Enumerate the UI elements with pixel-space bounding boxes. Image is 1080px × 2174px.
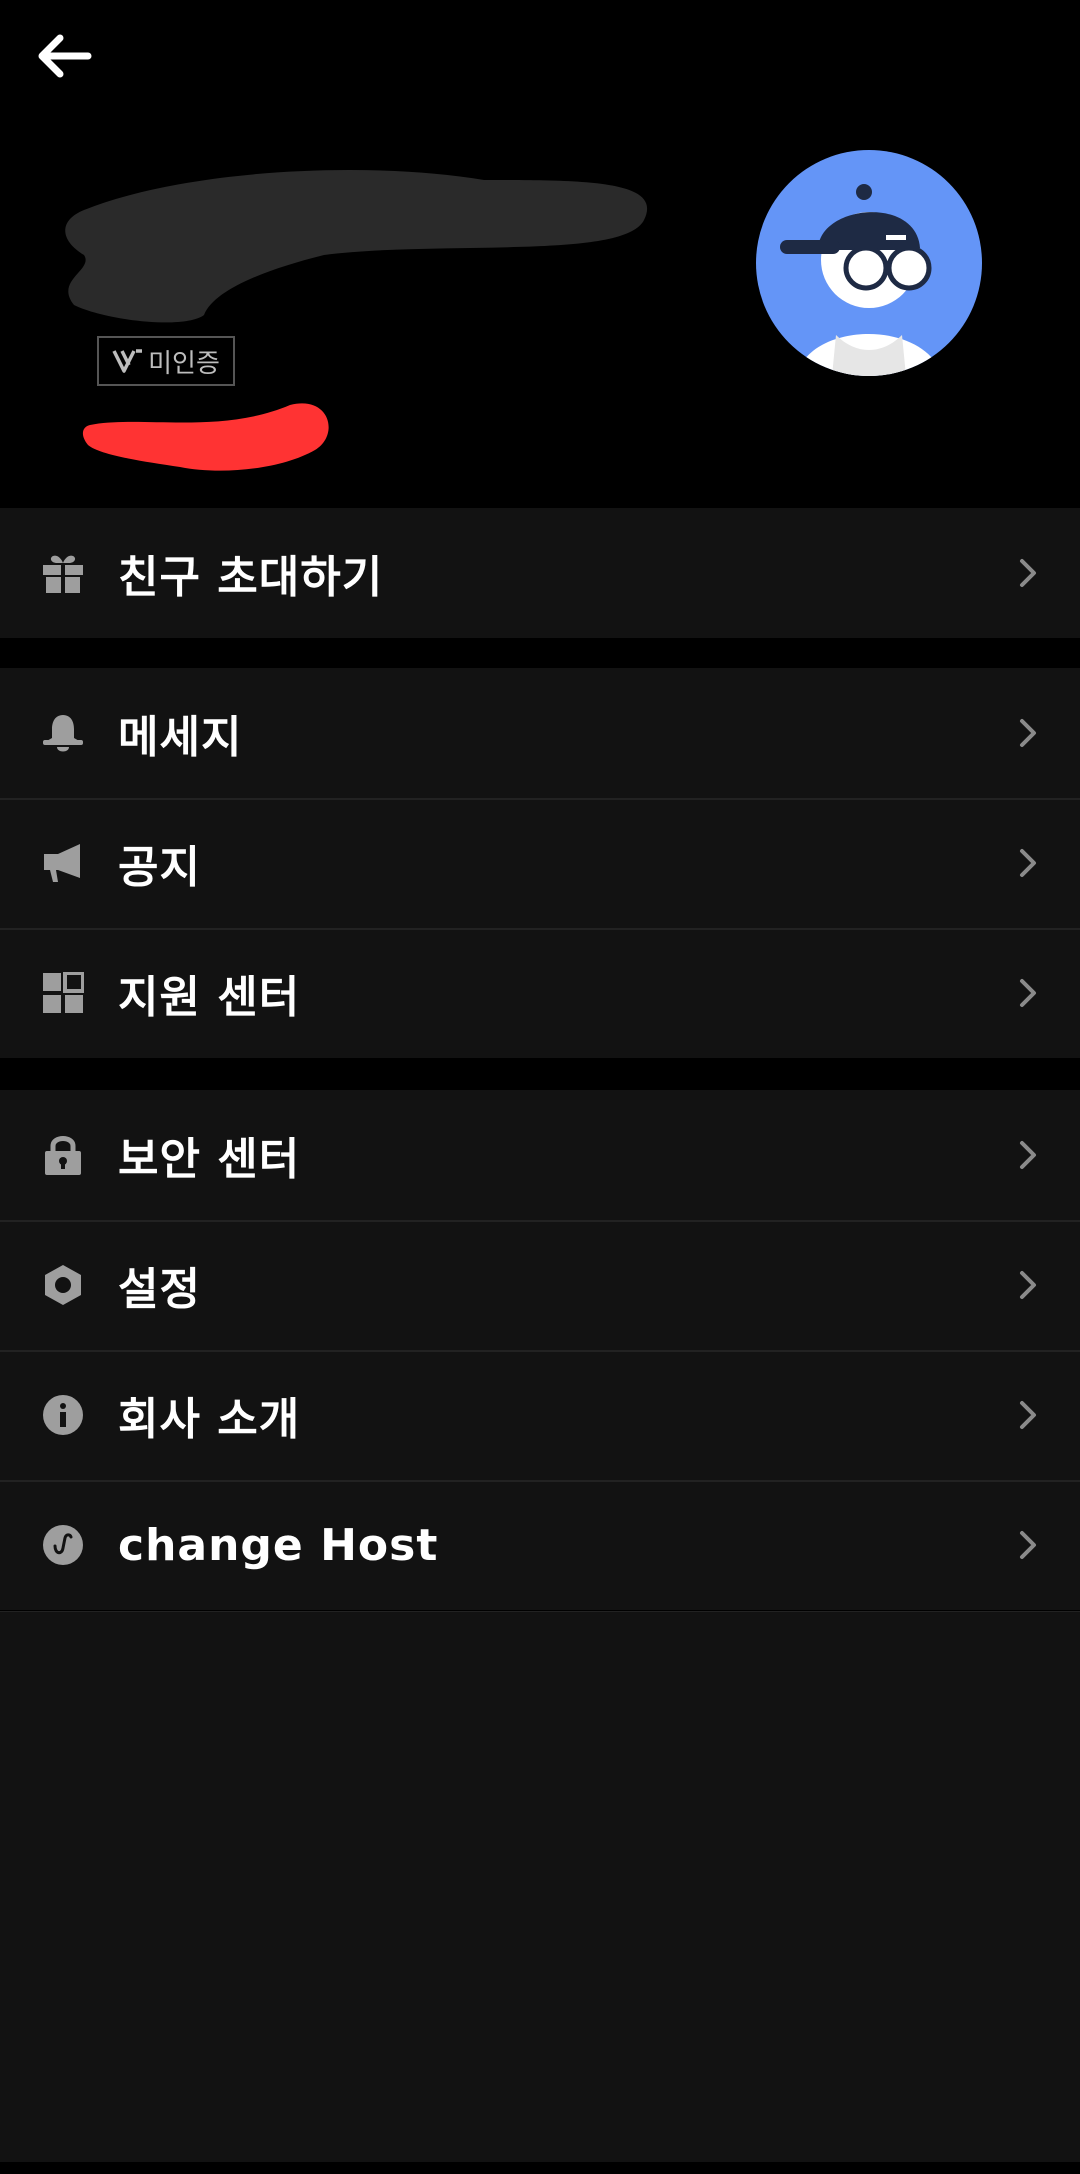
menu-section-info: 메세지 공지 지원 센터 bbox=[0, 668, 1080, 1058]
v-logo-icon bbox=[112, 349, 143, 373]
menu-item-label: 설정 bbox=[118, 1264, 201, 1315]
empty-content-area bbox=[0, 1612, 1080, 2162]
profile-avatar[interactable] bbox=[756, 150, 982, 376]
gift-icon bbox=[40, 550, 86, 596]
megaphone-icon bbox=[40, 840, 86, 886]
menu-item-notice[interactable]: 공지 bbox=[0, 798, 1080, 928]
menu-item-label: 친구 초대하기 bbox=[118, 552, 384, 603]
chevron-right-icon bbox=[1016, 977, 1040, 1009]
chevron-right-icon bbox=[1016, 717, 1040, 749]
verification-badge-label: 미인증 bbox=[148, 348, 220, 379]
verification-badge: 미인증 bbox=[97, 336, 235, 386]
menu-item-label: 보안 센터 bbox=[118, 1134, 301, 1185]
avatar-illustration bbox=[756, 150, 982, 376]
menu-item-support-center[interactable]: 지원 센터 bbox=[0, 928, 1080, 1058]
menu-item-messages[interactable]: 메세지 bbox=[0, 668, 1080, 798]
profile-header: 미인증 bbox=[0, 0, 1080, 508]
hexagon-nut-icon bbox=[40, 1262, 86, 1308]
lock-icon bbox=[40, 1132, 86, 1178]
menu-section-invite: 친구 초대하기 bbox=[0, 508, 1080, 638]
chevron-right-icon bbox=[1016, 847, 1040, 879]
menu-item-label: change Host bbox=[118, 1519, 439, 1571]
bell-icon bbox=[40, 710, 86, 756]
chevron-right-icon bbox=[1016, 1399, 1040, 1431]
back-arrow-icon bbox=[38, 34, 92, 78]
chevron-right-icon bbox=[1016, 1529, 1040, 1561]
menu-item-label: 지원 센터 bbox=[118, 972, 301, 1023]
menu-item-change-host[interactable]: change Host bbox=[0, 1480, 1080, 1610]
menu-item-about-company[interactable]: 회사 소개 bbox=[0, 1350, 1080, 1480]
menu-item-security-center[interactable]: 보안 센터 bbox=[0, 1090, 1080, 1220]
menu-item-label: 회사 소개 bbox=[118, 1394, 301, 1445]
menu-item-label: 메세지 bbox=[118, 712, 243, 763]
menu-section-account: 보안 센터 설정 회사 소개 change Host bbox=[0, 1090, 1080, 1610]
host-icon bbox=[40, 1522, 86, 1568]
menu-item-invite-friends[interactable]: 친구 초대하기 bbox=[0, 508, 1080, 638]
chevron-right-icon bbox=[1016, 1139, 1040, 1171]
back-button[interactable] bbox=[24, 24, 104, 88]
info-icon bbox=[40, 1392, 86, 1438]
menu-item-label: 공지 bbox=[118, 842, 201, 893]
chevron-right-icon bbox=[1016, 1269, 1040, 1301]
chevron-right-icon bbox=[1016, 557, 1040, 589]
redacted-id bbox=[82, 403, 329, 471]
grid-icon bbox=[40, 970, 86, 1016]
redacted-username bbox=[65, 170, 648, 323]
menu-item-settings[interactable]: 설정 bbox=[0, 1220, 1080, 1350]
